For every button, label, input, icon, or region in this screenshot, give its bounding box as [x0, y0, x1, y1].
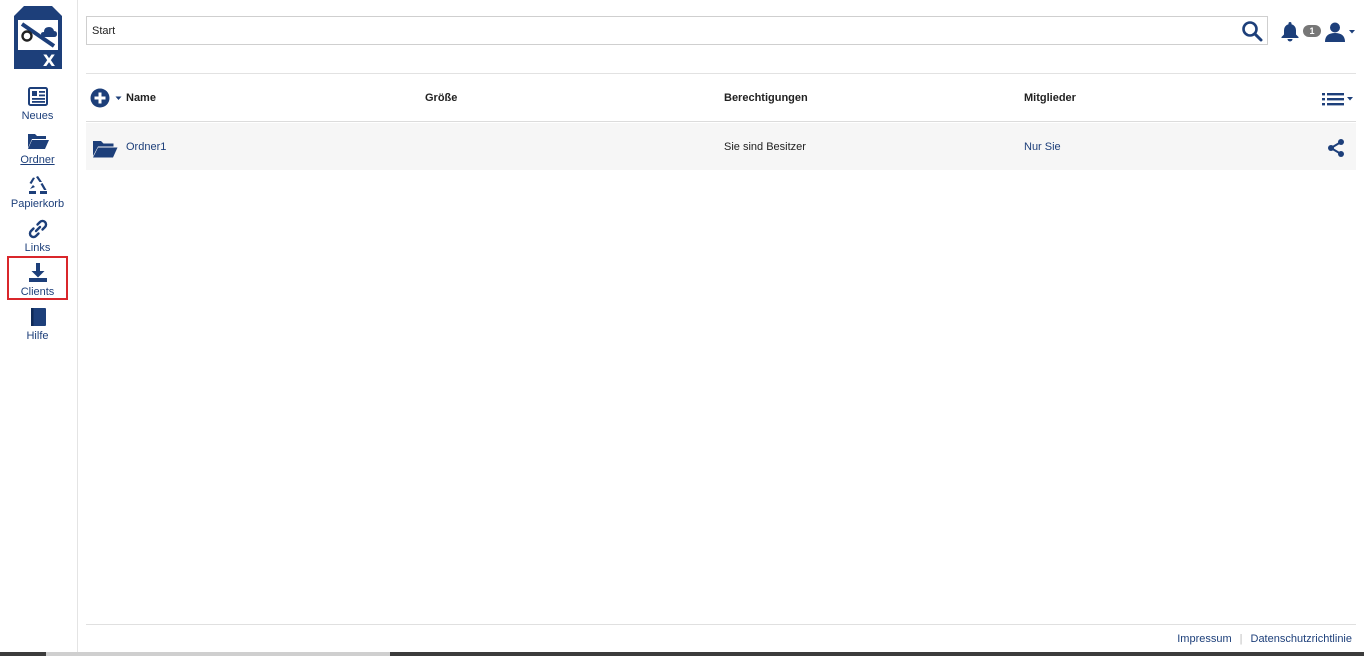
chevron-down-icon[interactable]: [115, 96, 122, 101]
newspaper-icon: [27, 87, 48, 106]
chevron-down-icon[interactable]: [1348, 29, 1356, 35]
sidebar-item-label: Papierkorb: [10, 198, 65, 210]
share-icon: [1328, 139, 1344, 157]
plus-circle-icon: [90, 88, 110, 108]
bell-icon: [1281, 22, 1299, 42]
share-button[interactable]: [1326, 138, 1346, 158]
file-members-link[interactable]: Nur Sie: [1024, 141, 1061, 153]
sidebar-item-label: Links: [24, 242, 51, 254]
download-icon: [28, 263, 47, 282]
ox-drive-logo-icon: X: [14, 6, 62, 70]
table-row[interactable]: Ordner1 Sie sind Besitzer Nur Sie: [86, 123, 1356, 170]
sidebar-item-label: Neues: [21, 110, 54, 122]
notifications-button[interactable]: [1280, 21, 1300, 42]
file-name-link[interactable]: Ordner1: [126, 141, 166, 153]
impressum-link[interactable]: Impressum: [1177, 633, 1231, 645]
sidebar: X Neues Ordner Papierkorb Links Clients …: [0, 0, 78, 656]
sidebar-item-label: Clients: [20, 286, 55, 298]
file-permissions: Sie sind Besitzer: [724, 141, 806, 153]
column-header-name[interactable]: Name: [126, 92, 156, 104]
scrollbar-thumb[interactable]: [46, 652, 390, 656]
add-button[interactable]: [90, 88, 110, 108]
sidebar-item-papierkorb[interactable]: Papierkorb: [7, 172, 68, 216]
privacy-policy-link[interactable]: Datenschutzrichtlinie: [1251, 633, 1353, 645]
book-icon: [30, 308, 46, 326]
view-mode-button[interactable]: [1322, 91, 1354, 107]
column-header-permissions[interactable]: Berechtigungen: [724, 92, 808, 104]
footer-separator: |: [1239, 633, 1243, 645]
column-header-members[interactable]: Mitglieder: [1024, 92, 1076, 104]
search-button[interactable]: [1241, 20, 1263, 42]
sidebar-item-ordner[interactable]: Ordner: [7, 128, 68, 172]
link-icon: [28, 219, 47, 239]
search-icon: [1242, 21, 1263, 42]
footer: Impressum | Datenschutzrichtlinie: [1177, 633, 1352, 645]
divider: [86, 624, 1356, 625]
sidebar-item-label: Hilfe: [26, 330, 49, 342]
svg-text:X: X: [43, 51, 56, 69]
sidebar-item-label: Ordner: [20, 154, 55, 166]
notification-badge[interactable]: 1: [1303, 25, 1321, 37]
sidebar-item-clients[interactable]: Clients: [7, 256, 68, 300]
column-header-size[interactable]: Größe: [425, 92, 457, 104]
search-input[interactable]: [87, 17, 1227, 44]
user-menu-button[interactable]: [1324, 21, 1346, 43]
folder-open-icon: [27, 134, 49, 149]
recycle-icon: [28, 176, 47, 194]
top-actions: 1: [1278, 19, 1360, 45]
sidebar-item-hilfe[interactable]: Hilfe: [7, 304, 68, 348]
horizontal-scrollbar[interactable]: [0, 652, 1364, 656]
search-bar: [86, 16, 1268, 45]
user-icon: [1325, 22, 1345, 42]
folder-open-icon: [93, 141, 118, 158]
app-logo[interactable]: X: [14, 6, 62, 70]
list-view-icon: [1322, 93, 1353, 106]
sidebar-item-links[interactable]: Links: [7, 216, 68, 260]
table-header: Name Größe Berechtigungen Mitglieder: [86, 74, 1356, 122]
sidebar-item-neues[interactable]: Neues: [7, 84, 68, 128]
